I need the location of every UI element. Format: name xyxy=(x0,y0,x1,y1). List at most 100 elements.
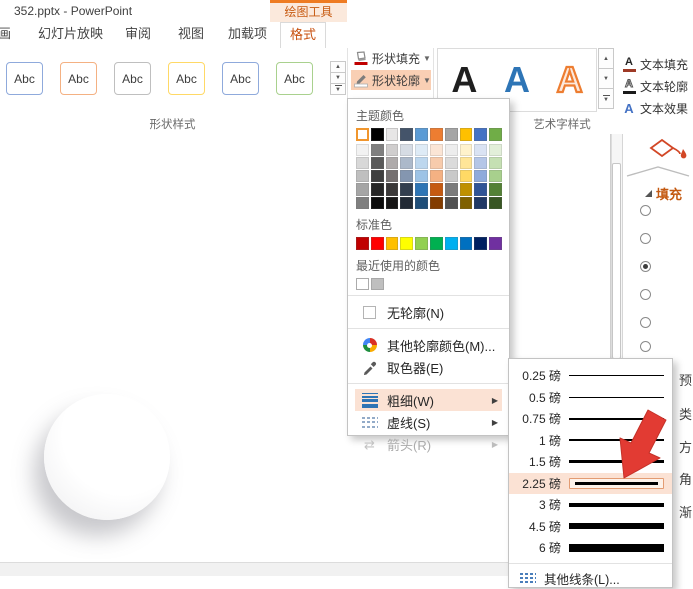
theme-variant-swatch[interactable] xyxy=(489,144,502,156)
theme-variant-swatch[interactable] xyxy=(445,183,458,195)
gallery-more-icon[interactable]: ▼ xyxy=(330,83,346,95)
fill-option-radio[interactable] xyxy=(640,233,651,244)
theme-variant-swatch[interactable] xyxy=(371,183,384,195)
theme-variant-swatch[interactable] xyxy=(430,197,443,209)
theme-variant-swatch[interactable] xyxy=(356,183,369,195)
theme-color-swatch[interactable] xyxy=(445,128,458,141)
text-outline-button[interactable]: A 文本轮廓 xyxy=(622,78,688,95)
tab-画[interactable]: 画 xyxy=(0,22,15,46)
theme-variant-swatch[interactable] xyxy=(489,197,502,209)
theme-variant-swatch[interactable] xyxy=(400,197,413,209)
shape-style-item[interactable]: Abc xyxy=(168,62,205,95)
standard-color-swatch[interactable] xyxy=(415,237,428,250)
theme-variant-swatch[interactable] xyxy=(489,183,502,195)
theme-variant-swatch[interactable] xyxy=(430,170,443,182)
weight-option[interactable]: 0.75 磅 xyxy=(509,408,672,430)
theme-variant-swatch[interactable] xyxy=(474,144,487,156)
fill-section-header[interactable]: 填充 xyxy=(645,184,682,203)
shape-style-item[interactable]: Abc xyxy=(276,62,313,95)
tab-视图[interactable]: 视图 xyxy=(174,22,208,46)
menu-item-weight[interactable]: 粗细(W)▶ xyxy=(355,389,502,411)
theme-variant-swatch[interactable] xyxy=(386,170,399,182)
weight-option[interactable]: 0.5 磅 xyxy=(509,387,672,409)
theme-variant-swatch[interactable] xyxy=(445,157,458,169)
theme-variant-swatch[interactable] xyxy=(489,157,502,169)
tab-审阅[interactable]: 审阅 xyxy=(121,22,155,46)
wordart-scroll-down-icon[interactable]: ▼ xyxy=(598,68,614,89)
theme-variant-swatch[interactable] xyxy=(386,197,399,209)
theme-variant-swatch[interactable] xyxy=(356,157,369,169)
tab-幻灯片放映[interactable]: 幻灯片放映 xyxy=(34,22,107,46)
theme-color-swatch[interactable] xyxy=(460,128,473,141)
theme-variant-swatch[interactable] xyxy=(400,183,413,195)
tab-加载项[interactable]: 加载项 xyxy=(224,22,271,46)
theme-variant-swatch[interactable] xyxy=(415,170,428,182)
standard-color-swatch[interactable] xyxy=(489,237,502,250)
shape-fill-button[interactable]: 形状填充 ▼ xyxy=(351,48,431,68)
theme-variant-swatch[interactable] xyxy=(460,144,473,156)
theme-variant-swatch[interactable] xyxy=(415,197,428,209)
theme-color-swatch[interactable] xyxy=(356,128,369,141)
theme-color-swatch[interactable] xyxy=(386,128,399,141)
theme-color-swatch[interactable] xyxy=(400,128,413,141)
theme-variant-swatch[interactable] xyxy=(474,183,487,195)
theme-variant-swatch[interactable] xyxy=(474,157,487,169)
theme-variant-swatch[interactable] xyxy=(415,183,428,195)
theme-variant-swatch[interactable] xyxy=(445,144,458,156)
theme-variant-swatch[interactable] xyxy=(430,157,443,169)
weight-option[interactable]: 6 磅 xyxy=(509,537,672,559)
menu-item-eyedropper[interactable]: 取色器(E) xyxy=(355,356,502,378)
standard-color-swatch[interactable] xyxy=(386,237,399,250)
fill-option-radio[interactable] xyxy=(640,205,651,216)
wordart-sample-orange-outline[interactable]: A xyxy=(557,62,583,98)
menu-item-more-outline-colors[interactable]: 其他轮廓颜色(M)... xyxy=(355,334,502,356)
shape-outline-button[interactable]: 形状轮廓 ▼ xyxy=(351,70,431,90)
theme-variant-swatch[interactable] xyxy=(460,183,473,195)
weight-option[interactable]: 3 磅 xyxy=(509,494,672,516)
theme-variant-swatch[interactable] xyxy=(415,157,428,169)
standard-color-swatch[interactable] xyxy=(430,237,443,250)
theme-variant-swatch[interactable] xyxy=(460,157,473,169)
theme-variant-swatch[interactable] xyxy=(356,144,369,156)
wordart-more-icon[interactable]: ▼ xyxy=(598,88,614,109)
theme-variant-swatch[interactable] xyxy=(460,170,473,182)
theme-variant-swatch[interactable] xyxy=(371,170,384,182)
theme-variant-swatch[interactable] xyxy=(400,144,413,156)
shape-style-item[interactable]: Abc xyxy=(222,62,259,95)
theme-color-swatch[interactable] xyxy=(474,128,487,141)
theme-color-swatch[interactable] xyxy=(371,128,384,141)
wordart-scroll-up-icon[interactable]: ▲ xyxy=(598,48,614,69)
standard-color-swatch[interactable] xyxy=(356,237,369,250)
theme-variant-swatch[interactable] xyxy=(415,144,428,156)
standard-color-swatch[interactable] xyxy=(460,237,473,250)
theme-variant-swatch[interactable] xyxy=(400,170,413,182)
theme-color-swatch[interactable] xyxy=(430,128,443,141)
recent-color-swatch[interactable] xyxy=(356,278,369,291)
theme-variant-swatch[interactable] xyxy=(356,170,369,182)
theme-variant-swatch[interactable] xyxy=(371,157,384,169)
theme-color-swatch[interactable] xyxy=(415,128,428,141)
theme-variant-swatch[interactable] xyxy=(430,144,443,156)
menu-item-dashes[interactable]: 虚线(S)▶ xyxy=(355,411,502,433)
text-fill-button[interactable]: A 文本填充 xyxy=(622,56,688,73)
weight-option[interactable]: 1 磅 xyxy=(509,430,672,452)
theme-variant-swatch[interactable] xyxy=(371,144,384,156)
standard-color-swatch[interactable] xyxy=(445,237,458,250)
shape-style-item[interactable]: Abc xyxy=(6,62,43,95)
wordart-sample-black[interactable]: A xyxy=(451,62,477,98)
shape-style-item[interactable]: Abc xyxy=(60,62,97,95)
theme-variant-swatch[interactable] xyxy=(430,183,443,195)
theme-variant-swatch[interactable] xyxy=(386,157,399,169)
theme-variant-swatch[interactable] xyxy=(474,197,487,209)
theme-variant-swatch[interactable] xyxy=(460,197,473,209)
theme-variant-swatch[interactable] xyxy=(445,197,458,209)
standard-color-swatch[interactable] xyxy=(400,237,413,250)
weight-option[interactable]: 1.5 磅 xyxy=(509,451,672,473)
theme-variant-swatch[interactable] xyxy=(445,170,458,182)
circle-shape[interactable] xyxy=(44,394,170,520)
more-lines-item[interactable]: 其他线条(L)... xyxy=(509,568,672,589)
theme-variant-swatch[interactable] xyxy=(386,144,399,156)
tab-格式[interactable]: 格式 xyxy=(280,22,326,48)
weight-option[interactable]: 0.25 磅 xyxy=(509,365,672,387)
theme-variant-swatch[interactable] xyxy=(386,183,399,195)
